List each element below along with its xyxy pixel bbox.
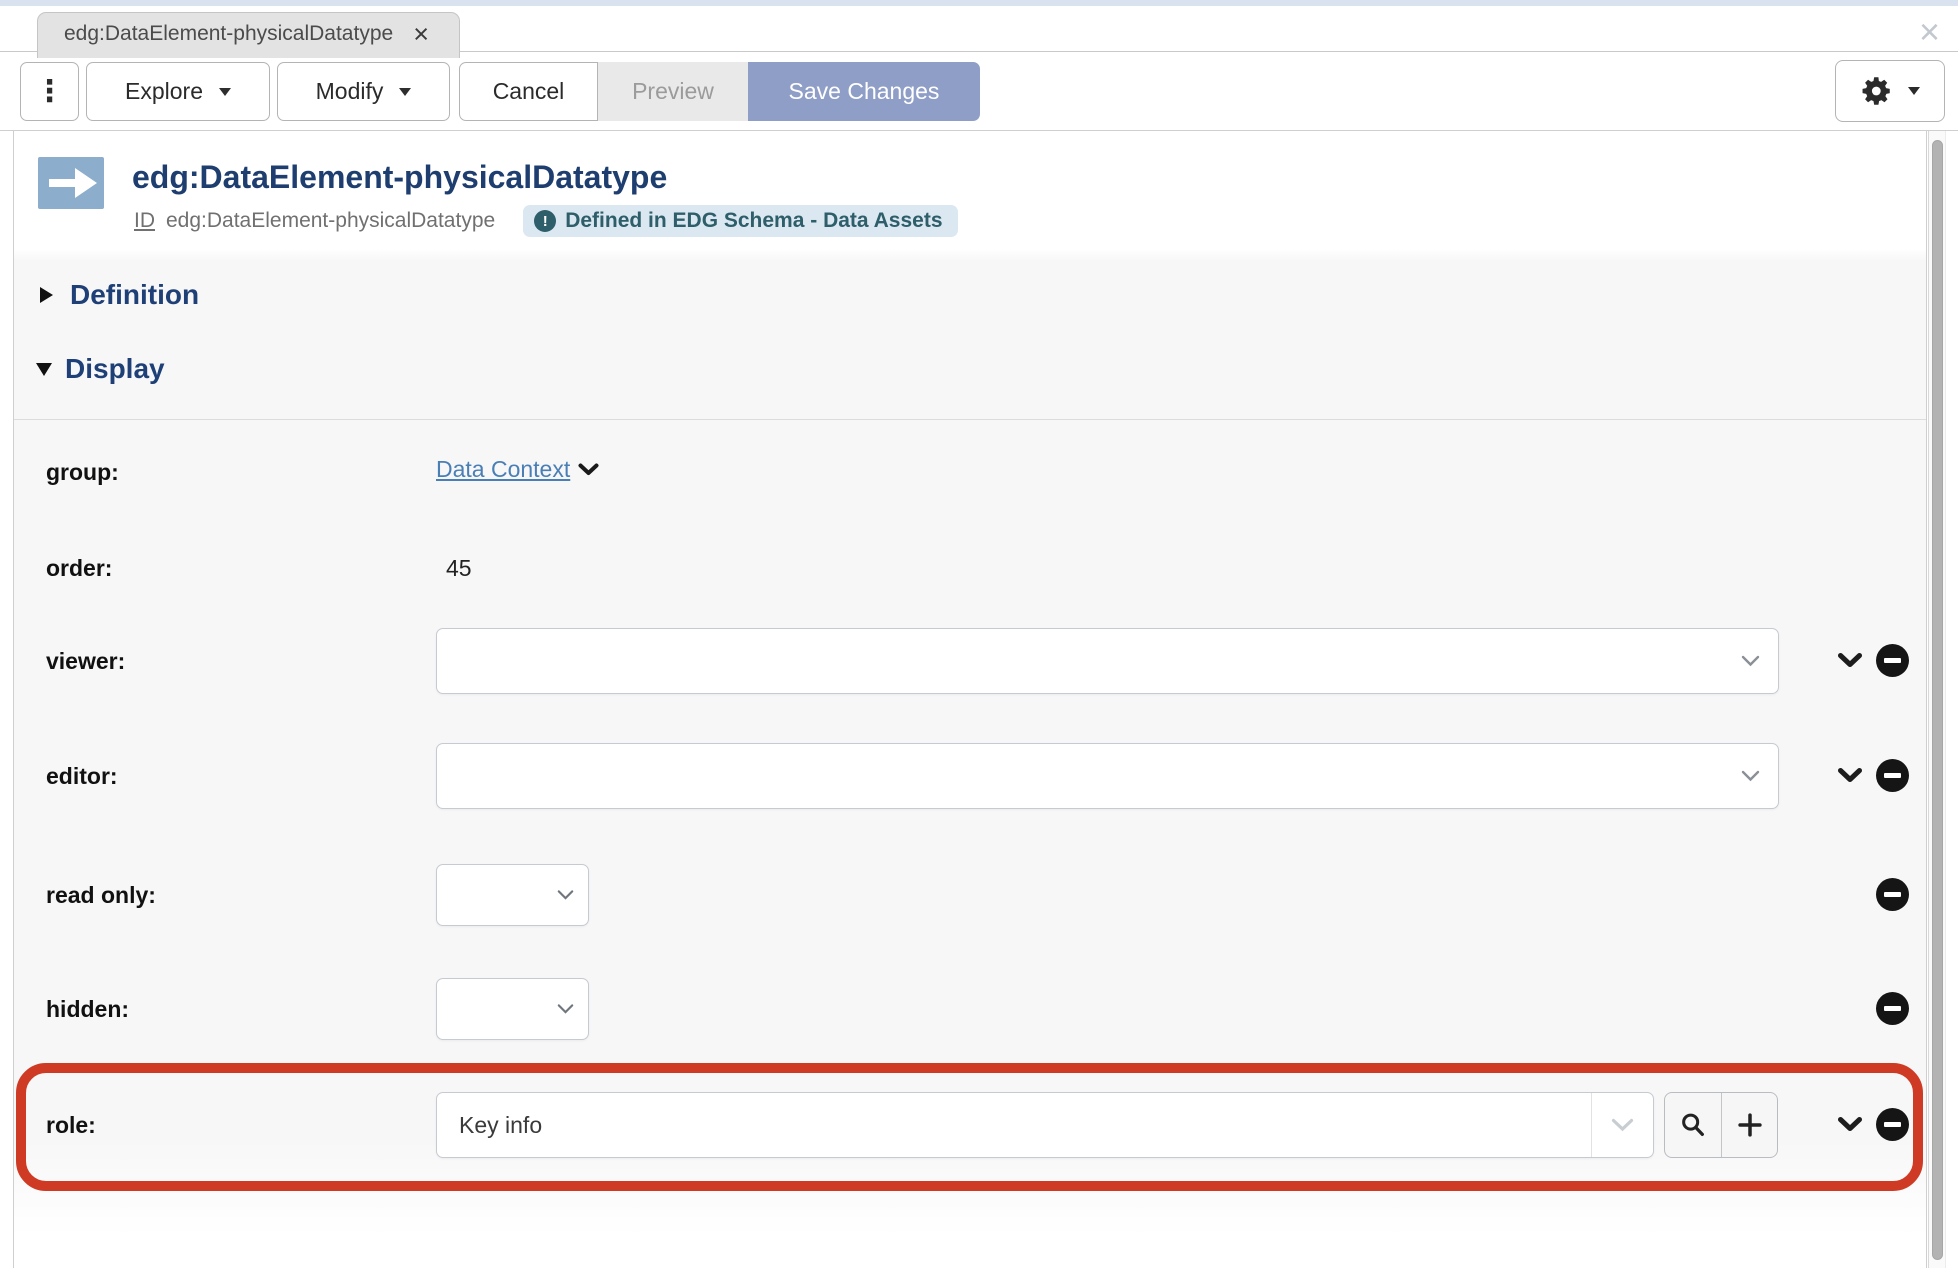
window-close-icon[interactable]: ×	[1919, 14, 1940, 50]
chevron-down-icon[interactable]	[578, 463, 599, 476]
order-field-value: 45	[446, 554, 472, 582]
expanded-triangle-icon	[36, 363, 52, 376]
read-only-remove-icon[interactable]	[1876, 878, 1909, 911]
editor-options-chevron-icon[interactable]	[1837, 767, 1865, 784]
defined-in-badge-label: Defined in EDG Schema - Data Assets	[565, 209, 942, 233]
defined-in-badge: ! Defined in EDG Schema - Data Assets	[523, 205, 957, 237]
group-field-label: group:	[46, 458, 119, 486]
role-tools-group	[1664, 1092, 1778, 1158]
editor-select[interactable]	[436, 743, 1779, 809]
explore-label: Explore	[125, 78, 203, 105]
section-definition-label: Definition	[70, 279, 199, 311]
collapsed-triangle-icon	[40, 287, 53, 303]
preview-button[interactable]: Preview	[598, 62, 748, 121]
role-options-chevron-icon[interactable]	[1837, 1116, 1865, 1133]
kebab-menu-icon: ⋮	[35, 74, 65, 109]
read-only-select[interactable]	[436, 864, 589, 926]
explore-menu-button[interactable]: Explore	[86, 62, 270, 121]
role-add-button[interactable]	[1721, 1093, 1777, 1157]
save-changes-button[interactable]: Save Changes	[748, 62, 980, 121]
viewer-select[interactable]	[436, 628, 1779, 694]
role-value: Key info	[437, 1112, 542, 1139]
id-value: edg:DataElement-physicalDatatype	[166, 209, 495, 233]
viewer-options-chevron-icon[interactable]	[1837, 652, 1865, 669]
caret-down-icon	[219, 88, 231, 96]
id-label: ID	[134, 209, 155, 233]
caret-down-icon	[399, 88, 411, 96]
content-panel: edg:DataElement-physicalDatatype ID edg:…	[13, 131, 1927, 1268]
role-disabled-chevron-icon	[1591, 1093, 1653, 1157]
role-field-label: role:	[46, 1111, 96, 1139]
group-field-value: Data Context	[436, 456, 599, 483]
role-remove-icon[interactable]	[1876, 1108, 1909, 1141]
gear-icon	[1860, 74, 1894, 108]
select-chevron-icon	[557, 1004, 574, 1015]
order-field-label: order:	[46, 554, 112, 582]
modify-label: Modify	[316, 78, 384, 105]
resource-id-row: ID edg:DataElement-physicalDatatype ! De…	[134, 203, 958, 239]
hidden-field-label: hidden:	[46, 995, 129, 1023]
resource-arrow-icon	[38, 157, 104, 209]
viewer-field-label: viewer:	[46, 647, 125, 675]
search-icon	[1679, 1111, 1707, 1139]
editor-field-label: editor:	[46, 762, 118, 790]
tab-close-icon[interactable]: ×	[413, 24, 429, 44]
section-divider	[14, 419, 1926, 420]
hidden-select[interactable]	[436, 978, 589, 1040]
cancel-button[interactable]: Cancel	[459, 62, 598, 121]
hidden-remove-icon[interactable]	[1876, 992, 1909, 1025]
section-display-label: Display	[65, 353, 165, 385]
page-title: edg:DataElement-physicalDatatype	[132, 155, 667, 199]
toolbar: ⋮ Explore Modify Cancel Preview Save Cha…	[0, 53, 1958, 131]
editor-remove-icon[interactable]	[1876, 759, 1909, 792]
group-value-link[interactable]: Data Context	[436, 456, 570, 483]
viewer-remove-icon[interactable]	[1876, 644, 1909, 677]
select-chevron-icon	[1741, 770, 1760, 782]
scrollbar-thumb[interactable]	[1932, 140, 1943, 1260]
settings-button[interactable]	[1835, 60, 1945, 122]
read-only-field-label: read only:	[46, 881, 156, 909]
role-search-button[interactable]	[1665, 1093, 1721, 1157]
modify-menu-button[interactable]: Modify	[277, 62, 450, 121]
tab-data-element[interactable]: edg:DataElement-physicalDatatype ×	[37, 12, 460, 58]
kebab-menu-button[interactable]: ⋮	[20, 62, 79, 121]
role-input[interactable]: Key info	[436, 1092, 1654, 1158]
select-chevron-icon	[1741, 655, 1760, 667]
info-icon: !	[534, 210, 556, 232]
caret-down-icon	[1908, 87, 1920, 95]
plus-icon	[1736, 1111, 1764, 1139]
select-chevron-icon	[557, 890, 574, 901]
tab-title: edg:DataElement-physicalDatatype	[64, 22, 393, 46]
section-definition[interactable]: Definition	[40, 279, 199, 311]
section-display[interactable]: Display	[36, 353, 165, 385]
edit-actions-group: Cancel Preview Save Changes	[459, 62, 980, 121]
